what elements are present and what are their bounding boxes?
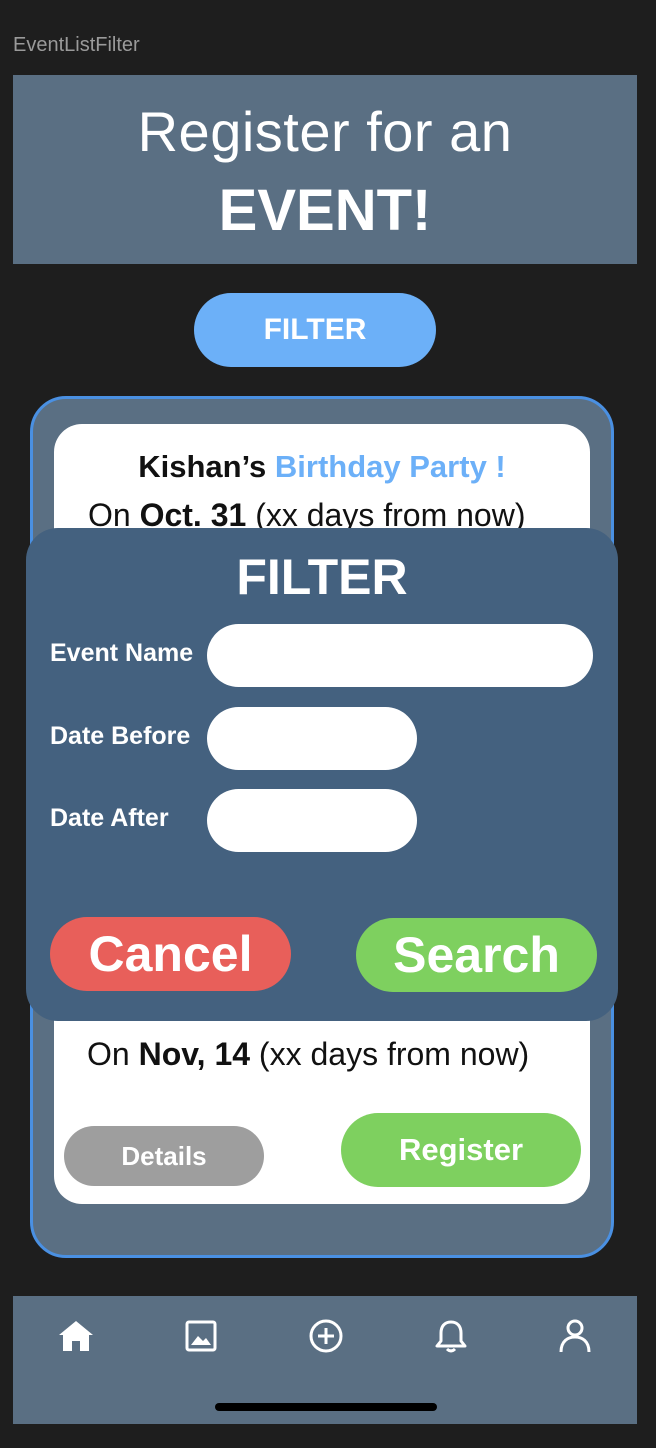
event-date-2: On Nov, 14 (xx days from now)	[87, 1036, 529, 1073]
register-button[interactable]: Register	[341, 1113, 581, 1187]
cancel-button[interactable]: Cancel	[50, 917, 291, 991]
filter-button[interactable]: FILTER	[194, 293, 436, 367]
date-before-input[interactable]	[207, 707, 417, 770]
bell-icon[interactable]	[431, 1316, 471, 1356]
bottom-nav	[13, 1296, 637, 1424]
event-date-2-suffix: (xx days from now)	[250, 1036, 530, 1072]
page-header: Register for an EVENT!	[13, 75, 637, 264]
page-title-line1: Register for an	[137, 100, 513, 163]
home-indicator	[215, 1403, 437, 1411]
frame-label: EventListFilter	[13, 34, 140, 56]
date-after-label: Date After	[50, 804, 169, 832]
page-title-line2: EVENT!	[218, 178, 432, 243]
search-button[interactable]: Search	[356, 918, 597, 992]
event-title-prefix: Kishan’s	[138, 449, 275, 484]
event-title: Kishan’s Birthday Party !	[54, 449, 590, 485]
add-circle-icon[interactable]	[306, 1316, 346, 1356]
event-name-input[interactable]	[207, 624, 593, 687]
date-before-label: Date Before	[50, 722, 191, 750]
date-after-input[interactable]	[207, 789, 417, 852]
image-icon[interactable]	[181, 1316, 221, 1356]
filter-modal: FILTER Event Name Date Before Date After…	[26, 528, 618, 1021]
event-date-2-prefix: On	[87, 1036, 139, 1072]
filter-modal-title: FILTER	[236, 549, 408, 605]
home-icon[interactable]	[56, 1316, 96, 1356]
details-button[interactable]: Details	[64, 1126, 264, 1186]
event-name-label: Event Name	[50, 639, 194, 667]
event-title-accent: Birthday Party !	[274, 449, 506, 484]
event-date-2-value: Nov, 14	[138, 1036, 251, 1072]
user-icon[interactable]	[555, 1316, 595, 1356]
